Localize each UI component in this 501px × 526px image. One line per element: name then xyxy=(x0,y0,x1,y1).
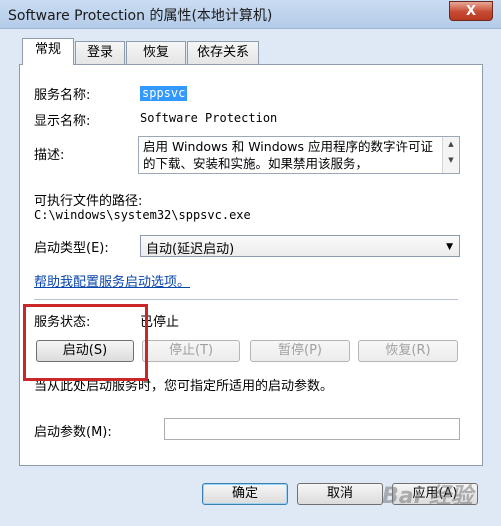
window-title: Software Protection 的属性(本地计算机) xyxy=(8,8,273,24)
resume-button[interactable]: 恢复(R) xyxy=(358,340,458,362)
stop-button[interactable]: 停止(T) xyxy=(142,340,240,362)
chevron-down-icon: ▼ xyxy=(446,242,453,252)
title-bar: Software Protection 的属性(本地计算机) X xyxy=(0,0,501,29)
scroll-down-icon[interactable]: ▼ xyxy=(443,156,459,164)
startup-type-label: 启动类型(E): xyxy=(34,241,109,256)
start-params-label: 启动参数(M): xyxy=(34,425,112,440)
display-name-label: 显示名称: xyxy=(34,114,91,129)
tab-general[interactable]: 常规 xyxy=(22,38,74,65)
description-scrollbar[interactable]: ▲ ▼ xyxy=(442,137,459,173)
tab-dependencies[interactable]: 依存关系 xyxy=(187,41,259,65)
divider xyxy=(34,299,458,300)
description-label: 描述: xyxy=(34,148,65,163)
display-name-value[interactable]: Software Protection xyxy=(140,111,277,125)
close-button[interactable]: X xyxy=(449,1,493,21)
exe-path-label: 可执行文件的路径: xyxy=(34,194,143,209)
watermark: Bai 经验 xyxy=(382,484,473,509)
help-configure-link[interactable]: 帮助我配置服务启动选项。 xyxy=(34,271,190,290)
description-box[interactable]: 启用 Windows 和 Windows 应用程序的数字许可证的下载、安装和实施… xyxy=(138,136,460,174)
startup-type-value: 自动(延迟启动) xyxy=(146,242,235,257)
service-name-label: 服务名称: xyxy=(34,88,91,103)
description-text: 启用 Windows 和 Windows 应用程序的数字许可证的下载、安装和实施… xyxy=(143,139,433,171)
ok-button[interactable]: 确定 xyxy=(202,483,288,505)
tab-recovery[interactable]: 恢复 xyxy=(126,41,186,65)
tab-logon[interactable]: 登录 xyxy=(75,41,125,65)
start-params-input[interactable] xyxy=(164,418,460,440)
annotation-highlight xyxy=(23,304,148,381)
cancel-button[interactable]: 取消 xyxy=(297,483,383,505)
scroll-up-icon[interactable]: ▲ xyxy=(443,140,459,148)
service-name-value[interactable]: sppsvc xyxy=(140,86,188,101)
startup-type-select[interactable]: 自动(延迟启动) ▼ xyxy=(140,235,460,257)
exe-path-value[interactable]: C:\windows\system32\sppsvc.exe xyxy=(34,208,251,222)
pause-button[interactable]: 暂停(P) xyxy=(250,340,350,362)
